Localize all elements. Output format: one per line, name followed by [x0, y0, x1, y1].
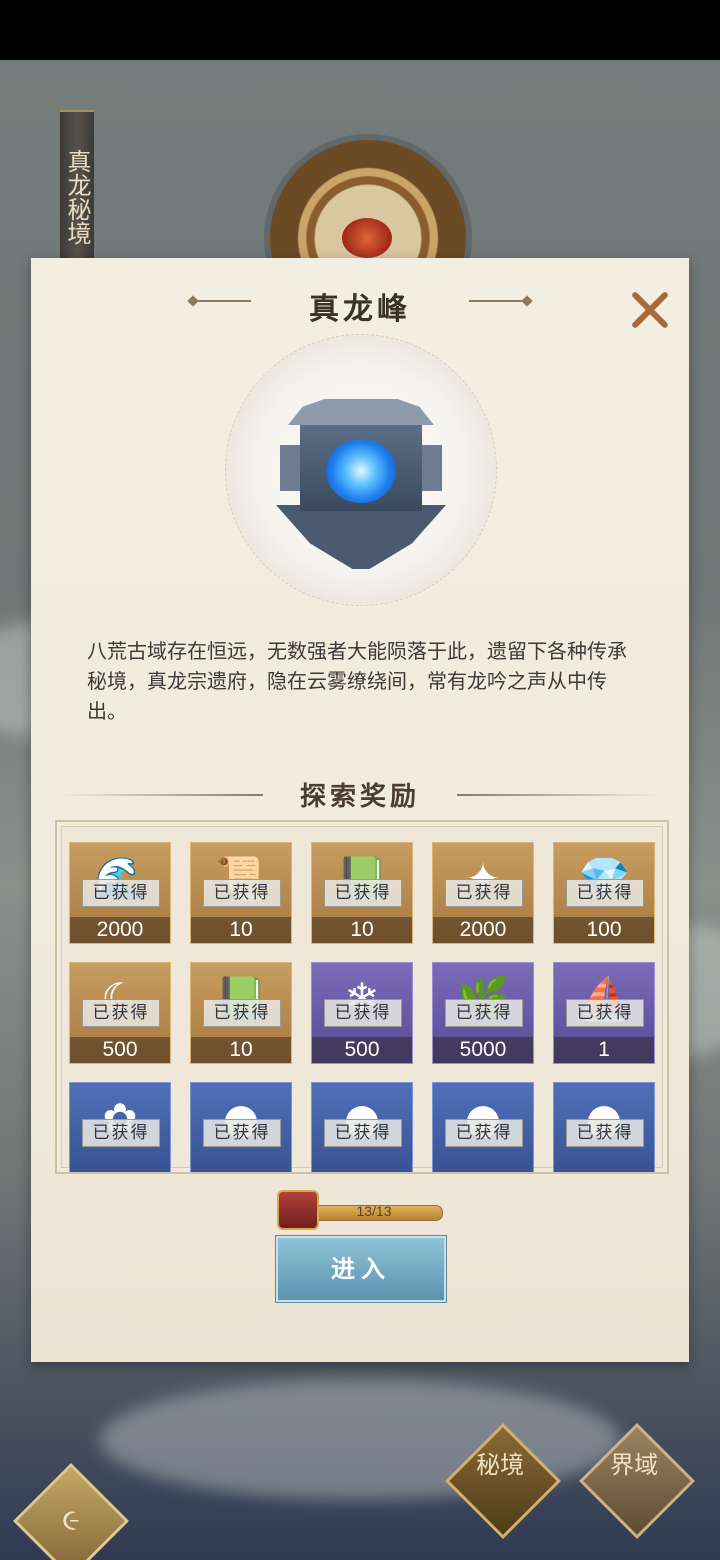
realm-description: 八荒古域存在恒远，无数强者大能陨落于此，遗留下各种传承秘境，真龙宗遗府，隐在云雾… — [87, 639, 627, 723]
reward-item[interactable]: ●已获得 — [432, 1082, 534, 1172]
progress-text: 13/13 — [356, 1203, 392, 1219]
obtained-badge: 已获得 — [203, 879, 281, 907]
obtained-badge: 已获得 — [445, 999, 523, 1027]
title-divider-right — [469, 300, 525, 302]
reward-item[interactable]: ●已获得 — [311, 1082, 413, 1172]
obtained-badge: 已获得 — [203, 1119, 281, 1147]
obtained-badge: 已获得 — [566, 879, 644, 907]
reward-item[interactable]: ❄已获得500 — [311, 962, 413, 1064]
reward-quantity: 10 — [312, 917, 412, 943]
home-nav-button[interactable]: ૯ — [13, 1463, 129, 1560]
reward-quantity: 10 — [191, 1037, 291, 1063]
exploration-progress: 13/13 — [277, 1190, 443, 1230]
obtained-badge: 已获得 — [566, 1119, 644, 1147]
rewards-header: 探索奖励 — [31, 776, 689, 816]
reward-quantity: 5000 — [433, 1037, 533, 1063]
realm-detail-panel: 真龙峰 八荒古域存在恒远，无数强者大能陨落于此，遗留下各种传承秘境，真龙宗遗府，… — [31, 258, 689, 1362]
obtained-badge: 已获得 — [324, 1119, 402, 1147]
shrine-roof — [288, 399, 434, 425]
reward-quantity: 100 — [554, 917, 654, 943]
floating-rock — [276, 505, 446, 569]
dragon-icon — [342, 218, 392, 258]
rewards-divider-right — [457, 794, 659, 796]
enter-button[interactable]: 进入 — [276, 1236, 446, 1302]
reward-item[interactable]: 🌊已获得2000 — [69, 842, 171, 944]
reward-quantity: 1 — [554, 1037, 654, 1063]
obtained-badge: 已获得 — [324, 999, 402, 1027]
reward-item[interactable]: ●已获得 — [553, 1082, 655, 1172]
obtained-badge: 已获得 — [82, 1119, 160, 1147]
panel-title: 真龙峰 — [309, 292, 411, 327]
obtained-badge: 已获得 — [566, 999, 644, 1027]
reward-quantity: 2000 — [70, 917, 170, 943]
obtained-badge: 已获得 — [445, 879, 523, 907]
lantern-pillar — [280, 445, 300, 491]
panel-header: 真龙峰 — [31, 280, 689, 330]
reward-item[interactable]: ⛵已获得1 — [553, 962, 655, 1064]
reward-quantity: 10 — [191, 917, 291, 943]
rewards-grid[interactable]: 🌊已获得2000📜已获得10📗已获得10✦已获得2000💎已获得100☾已获得5… — [55, 820, 669, 1174]
reward-item[interactable]: ●已获得 — [190, 1082, 292, 1172]
reward-quantity: 500 — [70, 1037, 170, 1063]
lantern-pillar — [422, 445, 442, 491]
reward-quantity: 2000 — [433, 917, 533, 943]
realm-nav-label: 界域 — [610, 1450, 659, 1479]
reward-item[interactable]: 💎已获得100 — [553, 842, 655, 944]
obtained-badge: 已获得 — [324, 879, 402, 907]
reward-item[interactable]: 📜已获得10 — [190, 842, 292, 944]
reward-item[interactable]: ☾已获得500 — [69, 962, 171, 1064]
treasure-chest-icon — [277, 1190, 319, 1230]
obtained-badge: 已获得 — [82, 999, 160, 1027]
reward-item[interactable]: ✿已获得 — [69, 1082, 171, 1172]
reward-item[interactable]: ✦已获得2000 — [432, 842, 534, 944]
obtained-badge: 已获得 — [82, 879, 160, 907]
reward-item[interactable]: 📗已获得10 — [190, 962, 292, 1064]
reward-quantity: 500 — [312, 1037, 412, 1063]
obtained-badge: 已获得 — [203, 999, 281, 1027]
secret-realm-nav-label: 秘境 — [476, 1450, 525, 1479]
portal-illustration — [225, 334, 497, 606]
swirl-icon: ૯ — [62, 1503, 80, 1538]
reward-item[interactable]: 🌿已获得5000 — [432, 962, 534, 1064]
obtained-badge: 已获得 — [445, 1119, 523, 1147]
reward-item[interactable]: 📗已获得10 — [311, 842, 413, 944]
close-icon[interactable] — [627, 288, 671, 332]
portal-vortex-icon — [326, 439, 396, 503]
